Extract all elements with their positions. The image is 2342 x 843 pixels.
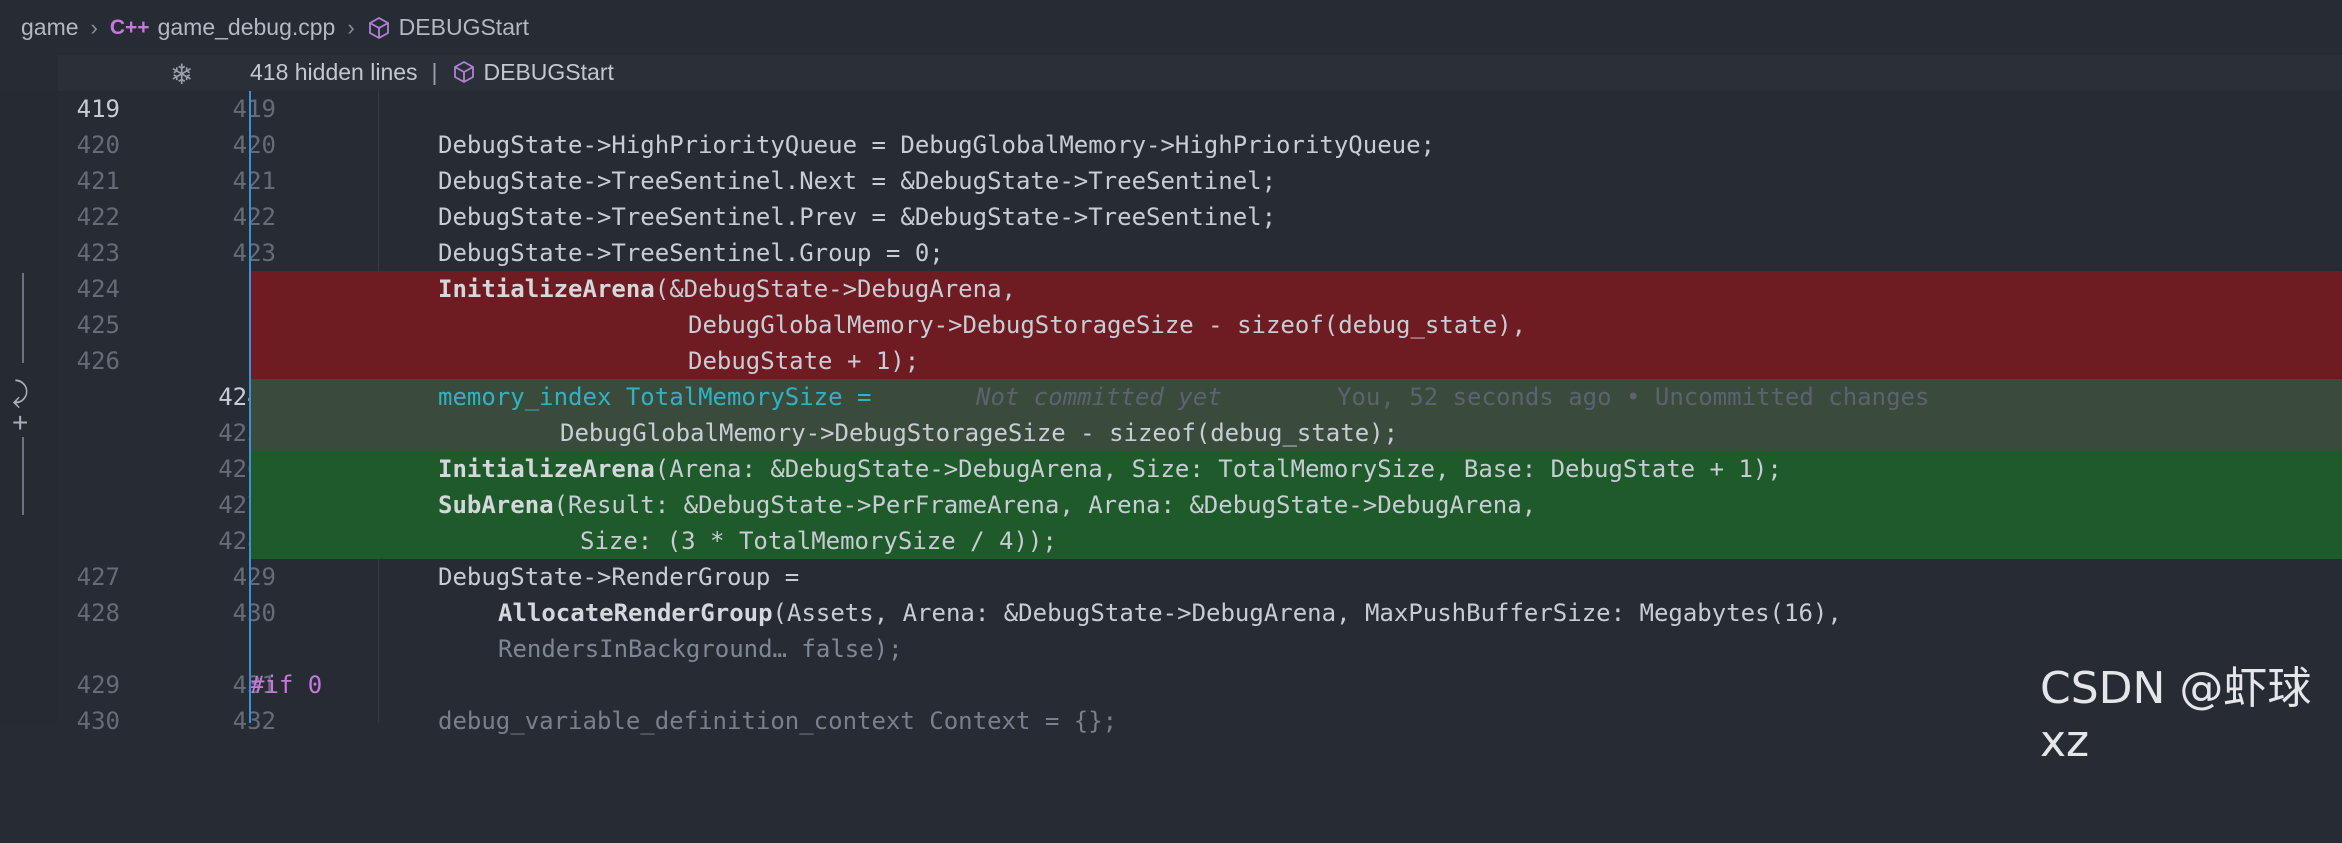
added-line[interactable]: 424+ memory_index TotalMemorySize = Not … bbox=[58, 379, 2342, 415]
new-line-number: 420 bbox=[232, 131, 276, 159]
added-line[interactable]: 425+ DebugGlobalMemory->DebugStorageSize… bbox=[58, 415, 2342, 451]
blame-annotation[interactable]: Not committed yet bbox=[976, 383, 1222, 411]
code-line[interactable]: 428 430 AllocateRenderGroup(Assets, Aren… bbox=[58, 595, 2342, 631]
code-text: DebugState->HighPriorityQueue = DebugGlo… bbox=[438, 131, 1435, 159]
cpp-file-icon: C++ bbox=[109, 15, 150, 39]
code-text: memory_index TotalMemorySize = bbox=[438, 383, 872, 411]
code-line[interactable]: 422 422 DebugState->TreeSentinel.Prev = … bbox=[58, 199, 2342, 235]
code-text: InitializeArena(&DebugState->DebugArena, bbox=[438, 275, 1016, 303]
code-text: DebugState + 1); bbox=[688, 347, 920, 375]
breadcrumb-folder[interactable]: game bbox=[21, 14, 79, 41]
scm-gutter bbox=[0, 91, 58, 723]
old-line-number: 422 bbox=[76, 203, 120, 231]
new-line-number: 429 bbox=[232, 563, 276, 591]
old-line-number: 425 bbox=[76, 311, 120, 339]
chevron-right-icon: › bbox=[347, 14, 355, 40]
code-rest: (Assets, Arena: &DebugState->DebugArena,… bbox=[772, 599, 1842, 627]
breadcrumb-symbol[interactable]: DEBUGStart bbox=[399, 14, 529, 41]
function-name: InitializeArena bbox=[438, 275, 655, 303]
code-line[interactable]: 423 423 DebugState->TreeSentinel.Group =… bbox=[58, 235, 2342, 271]
code-text: DebugState->TreeSentinel.Prev = &DebugSt… bbox=[438, 203, 1277, 231]
symbol-method-icon bbox=[368, 16, 389, 39]
code-text: #if 0 bbox=[250, 671, 323, 699]
code-text: DebugGlobalMemory->DebugStorageSize - si… bbox=[560, 419, 1399, 447]
code-text: SubArena(Result: &DebugState->PerFrameAr… bbox=[438, 491, 1536, 519]
old-line-number: 427 bbox=[76, 563, 120, 591]
code-line[interactable]: 421 421 DebugState->TreeSentinel.Next = … bbox=[58, 163, 2342, 199]
code-line[interactable]: 430 432 debug_variable_definition_contex… bbox=[58, 703, 2342, 739]
added-line[interactable]: 426+ InitializeArena(Arena: &DebugState-… bbox=[58, 451, 2342, 487]
hidden-lines-count: 418 hidden lines bbox=[250, 59, 418, 85]
added-background bbox=[250, 523, 2342, 559]
hidden-lines-separator: | bbox=[431, 59, 438, 85]
new-line-number: 423 bbox=[232, 239, 276, 267]
code-line[interactable]: 427 429 DebugState->RenderGroup = bbox=[58, 559, 2342, 595]
code-text: debug_variable_definition_context Contex… bbox=[438, 707, 1118, 735]
new-line-number: 432 bbox=[232, 707, 276, 735]
chevron-right-icon: › bbox=[90, 14, 98, 40]
code-rest: (Arena: &DebugState->DebugArena, Size: T… bbox=[654, 455, 1782, 483]
code-text: RendersInBackground… false); bbox=[498, 635, 903, 663]
watermark: CSDN @虾球xz bbox=[2040, 663, 2312, 767]
deleted-line[interactable]: 426 − DebugState + 1); bbox=[58, 343, 2342, 379]
hidden-lines-symbol[interactable]: DEBUGStart bbox=[484, 59, 614, 85]
old-line-number: 426 bbox=[76, 347, 120, 375]
diff-editor[interactable]: ⤸ + 419 419 420 420 DebugState->HighPrio… bbox=[0, 91, 2342, 735]
code-text: AllocateRenderGroup(Assets, Arena: &Debu… bbox=[498, 599, 1842, 627]
old-line-number: 430 bbox=[76, 707, 120, 735]
old-line-number: 423 bbox=[76, 239, 120, 267]
code-text: InitializeArena(Arena: &DebugState->Debu… bbox=[438, 455, 1782, 483]
code-text: DebugState->TreeSentinel.Next = &DebugSt… bbox=[438, 167, 1277, 195]
current-scope-guide bbox=[249, 91, 251, 723]
old-line-number: 428 bbox=[76, 599, 120, 627]
code-text: DebugState->TreeSentinel.Group = 0; bbox=[438, 239, 944, 267]
new-line-number: 419 bbox=[232, 95, 276, 123]
blame-detail[interactable]: You, 52 seconds ago • Uncommitted change… bbox=[1337, 383, 1929, 411]
scm-change-bar[interactable] bbox=[22, 273, 24, 363]
code-line[interactable]: RendersInBackground… false); bbox=[58, 631, 2342, 667]
symbol-method-icon bbox=[453, 60, 474, 84]
deleted-background bbox=[250, 343, 2342, 379]
deleted-line[interactable]: 424 − InitializeArena(&DebugState->Debug… bbox=[58, 271, 2342, 307]
function-name: InitializeArena bbox=[438, 455, 655, 483]
old-line-number: 421 bbox=[76, 167, 120, 195]
hidden-lines-text: 418 hidden lines | DEBUGStart bbox=[250, 59, 614, 86]
code-text: Size: (3 * TotalMemorySize / 4)); bbox=[580, 527, 1057, 555]
breadcrumb-file[interactable]: game_debug.cpp bbox=[158, 14, 336, 41]
revert-icon[interactable]: ⤸ bbox=[12, 377, 29, 410]
code-rest: (&DebugState->DebugArena, bbox=[654, 275, 1016, 303]
breadcrumb: game › C++ game_debug.cpp › DEBUGStart bbox=[0, 0, 2342, 55]
stage-plus-icon[interactable]: + bbox=[12, 407, 28, 439]
new-line-number: 430 bbox=[232, 599, 276, 627]
code-text: DebugGlobalMemory->DebugStorageSize - si… bbox=[688, 311, 1527, 339]
added-line[interactable]: 428+ Size: (3 * TotalMemorySize / 4)); bbox=[58, 523, 2342, 559]
code-line[interactable]: 420 420 DebugState->HighPriorityQueue = … bbox=[58, 127, 2342, 163]
function-name: SubArena bbox=[438, 491, 554, 519]
scm-change-bar[interactable] bbox=[22, 437, 24, 515]
code-line[interactable]: 419 419 bbox=[58, 91, 2342, 127]
old-line-number: 419 bbox=[76, 95, 120, 123]
code-text: DebugState->RenderGroup = bbox=[438, 563, 800, 591]
old-line-number: 424 bbox=[76, 275, 120, 303]
added-line[interactable]: 427+ SubArena(Result: &DebugState->PerFr… bbox=[58, 487, 2342, 523]
code-line[interactable]: 429 431 #if 0 bbox=[58, 667, 2342, 703]
new-line-number: 421 bbox=[232, 167, 276, 195]
unfold-icon[interactable]: ❄ bbox=[170, 58, 193, 91]
old-line-number: 420 bbox=[76, 131, 120, 159]
deleted-line[interactable]: 425 − DebugGlobalMemory->DebugStorageSiz… bbox=[58, 307, 2342, 343]
hidden-lines-bar[interactable]: ❄ 418 hidden lines | DEBUGStart bbox=[58, 55, 2342, 91]
new-line-number: 422 bbox=[232, 203, 276, 231]
old-line-number: 429 bbox=[76, 671, 120, 699]
function-name: AllocateRenderGroup bbox=[498, 599, 773, 627]
code-rest: (Result: &DebugState->PerFrameArena, Are… bbox=[553, 491, 1537, 519]
